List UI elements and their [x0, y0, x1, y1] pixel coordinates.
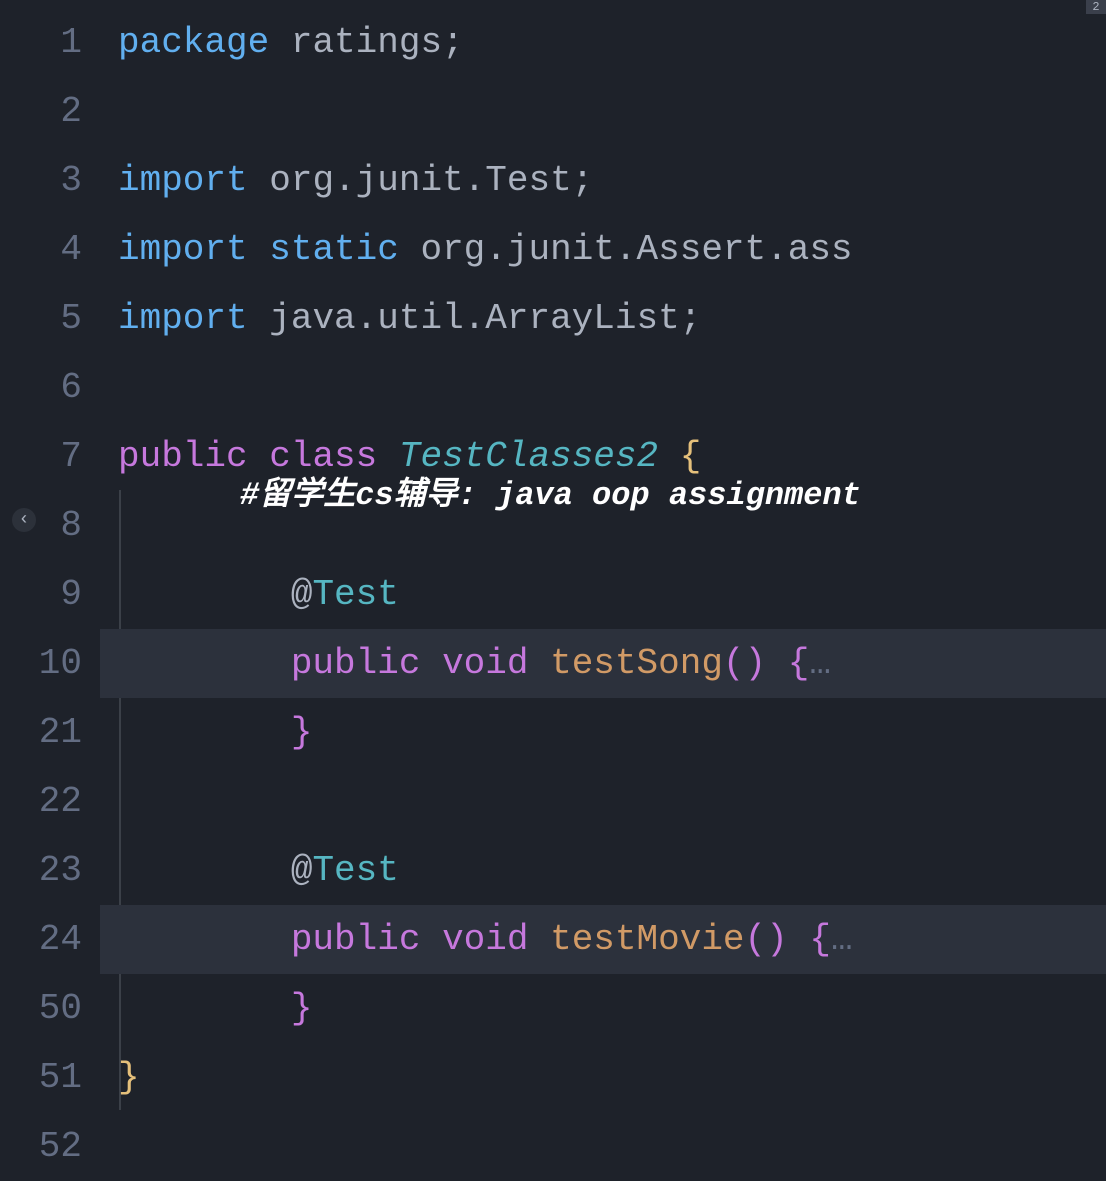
token: ; — [680, 298, 702, 339]
line-number: 1 — [0, 8, 100, 77]
token: ) — [745, 643, 767, 684]
code-line[interactable]: } — [100, 974, 1106, 1043]
line-number: 5 — [0, 284, 100, 353]
line-number: 21 — [0, 698, 100, 767]
line-number: 4 — [0, 215, 100, 284]
token: org.junit.Test — [269, 160, 571, 201]
token: void — [442, 919, 528, 960]
line-number: 23 — [0, 836, 100, 905]
token: ; — [442, 22, 464, 63]
token — [269, 22, 291, 63]
token: @ — [291, 574, 313, 615]
line-number: 52 — [0, 1112, 100, 1181]
token: } — [291, 712, 313, 753]
token: public — [118, 436, 248, 477]
token: ( — [745, 919, 767, 960]
code-line[interactable]: package ratings; — [100, 8, 1106, 77]
scrollbar-indicator: 2 — [1086, 0, 1106, 14]
code-line[interactable]: public void testSong() {… — [100, 629, 1106, 698]
line-number: 8 — [0, 491, 100, 560]
token — [528, 643, 550, 684]
token — [248, 160, 270, 201]
line-number: 7 — [0, 422, 100, 491]
gutter: ‹ 12345678910>21222324>505152 — [0, 0, 100, 1119]
token: package — [118, 22, 269, 63]
token — [399, 229, 421, 270]
token: @ — [291, 850, 313, 891]
token: { — [788, 643, 810, 684]
line-number: 24> — [0, 905, 100, 974]
token: public — [291, 643, 421, 684]
token: ratings — [291, 22, 442, 63]
code-line[interactable]: } — [100, 1043, 1106, 1112]
code-line[interactable]: @Test — [100, 836, 1106, 905]
token: import — [118, 229, 248, 270]
code-line[interactable] — [100, 1112, 1106, 1181]
line-number: 2 — [0, 77, 100, 146]
token — [420, 919, 442, 960]
overlay-caption: #留学生cs辅导: java oop assignment — [240, 468, 861, 514]
line-number: 10> — [0, 629, 100, 698]
token: … — [809, 643, 831, 684]
token — [766, 643, 788, 684]
token: import — [118, 160, 248, 201]
token: testMovie — [550, 919, 744, 960]
token: Test — [312, 850, 398, 891]
token: } — [291, 988, 313, 1029]
code-line[interactable]: } — [100, 698, 1106, 767]
token: { — [809, 919, 831, 960]
token: import — [118, 298, 248, 339]
line-number: 22 — [0, 767, 100, 836]
token: } — [118, 1057, 140, 1098]
token — [788, 919, 810, 960]
token: testSong — [550, 643, 723, 684]
token: void — [442, 643, 528, 684]
token: Test — [312, 574, 398, 615]
line-number: 6 — [0, 353, 100, 422]
token: org.junit.Assert.ass — [420, 229, 852, 270]
code-line[interactable]: import java.util.ArrayList; — [100, 284, 1106, 353]
token — [248, 298, 270, 339]
code-editor: ‹ 12345678910>21222324>505152 #留学生cs辅导: … — [0, 0, 1106, 1119]
code-line[interactable]: @Test — [100, 560, 1106, 629]
token — [528, 919, 550, 960]
token — [420, 643, 442, 684]
line-number: 51 — [0, 1043, 100, 1112]
code-line[interactable]: public void testMovie() {… — [100, 905, 1106, 974]
code-area[interactable]: #留学生cs辅导: java oop assignment package ra… — [100, 0, 1106, 1119]
token: static — [269, 229, 399, 270]
line-number: 50 — [0, 974, 100, 1043]
token — [248, 229, 270, 270]
token: public — [291, 919, 421, 960]
code-line[interactable] — [100, 77, 1106, 146]
token: java.util.ArrayList — [269, 298, 679, 339]
line-number: 9 — [0, 560, 100, 629]
token: ( — [723, 643, 745, 684]
token: ) — [766, 919, 788, 960]
token: … — [831, 919, 853, 960]
code-line[interactable]: import static org.junit.Assert.ass — [100, 215, 1106, 284]
line-number: 3 — [0, 146, 100, 215]
token: ; — [572, 160, 594, 201]
code-line[interactable] — [100, 767, 1106, 836]
code-line[interactable] — [100, 353, 1106, 422]
code-line[interactable]: import org.junit.Test; — [100, 146, 1106, 215]
